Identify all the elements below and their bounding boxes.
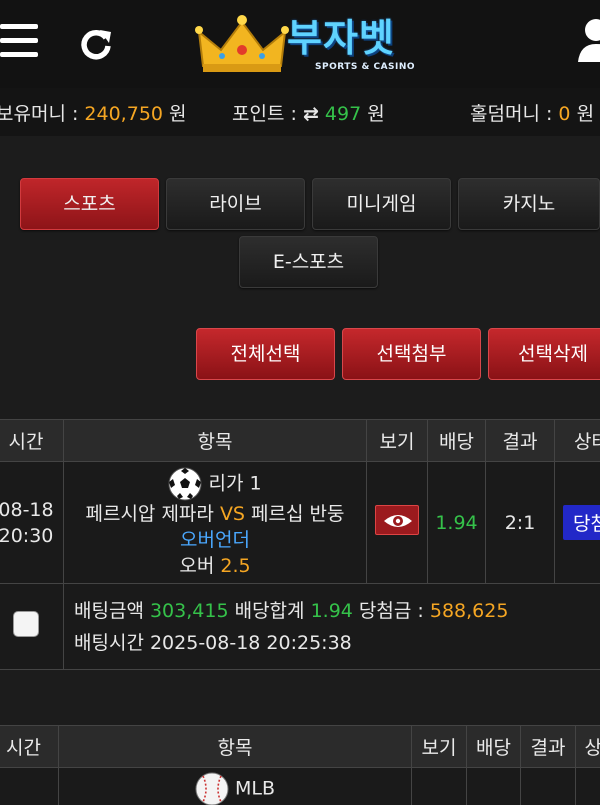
- tab-minigame[interactable]: 미니게임: [312, 178, 451, 230]
- bet-time-cell: 08-18 20:30: [0, 461, 64, 584]
- bet-summary-cell: 배팅금액 303,415 배당합계 1.94 당첨금 : 588,625 배팅시…: [63, 583, 600, 670]
- hamburger-menu-icon[interactable]: [0, 24, 38, 58]
- status-cell: [575, 767, 600, 805]
- tab-casino[interactable]: 카지노: [458, 178, 600, 230]
- win-amount-value: 588,625: [429, 599, 509, 622]
- logo-text: 부자벳: [287, 16, 395, 60]
- bet-time-line: 배팅시간 2025-08-18 20:25:38: [65, 627, 600, 659]
- win-amount-label: 당첨금 :: [358, 599, 424, 622]
- result-cell: [520, 767, 576, 805]
- bet-table: 시간 항목 보기 배당 결과 상태 08-18 20:30 리가 1: [0, 419, 600, 670]
- column-header-time: 시간: [0, 419, 64, 462]
- match-teams: 페르시압 제파라 VS 페르십 반둥: [65, 501, 366, 527]
- tab-live[interactable]: 라이브: [166, 178, 305, 230]
- bet-view-cell: [366, 461, 428, 584]
- column-header-item: 항목: [63, 419, 367, 462]
- soccer-ball-icon: [168, 467, 202, 500]
- status-badge: 당첨: [563, 505, 600, 540]
- away-team: 페르십 반둥: [251, 502, 345, 525]
- bet-item-cell: MLB: [58, 767, 412, 805]
- select-all-button[interactable]: 전체선택: [196, 328, 335, 380]
- league-name: MLB: [235, 777, 276, 800]
- baseball-icon: [195, 772, 229, 805]
- holdem-balance: 홀덤머니 : 0 원: [470, 99, 594, 126]
- column-header-view: 보기: [411, 725, 467, 768]
- column-header-view: 보기: [366, 419, 428, 462]
- select-cell: [0, 583, 64, 670]
- column-header-time: 시간: [0, 725, 59, 768]
- bet-amount-label: 배팅금액: [74, 599, 144, 622]
- bet-time-cell: [0, 767, 59, 805]
- eye-icon: [384, 514, 412, 527]
- holdem-label: 홀덤머니 :: [470, 103, 553, 125]
- balance-bar: 보유머니 : 240,750 원 포인트 : ⇄ 497 원 홀덤머니 : 0 …: [0, 88, 600, 136]
- odds-cell: [466, 767, 521, 805]
- table-header-row: 시간 항목 보기 배당 결과 상태: [0, 725, 600, 768]
- tab-esports[interactable]: E-스포츠: [239, 236, 378, 288]
- column-header-status: 상태: [554, 419, 600, 462]
- bet-time-label: 배팅시간: [74, 631, 144, 654]
- league-line: MLB: [60, 772, 411, 805]
- crown-icon: [195, 15, 289, 72]
- odds-total-value: 1.94: [310, 599, 353, 622]
- attach-selected-button[interactable]: 선택첨부: [342, 328, 481, 380]
- point-value: 497: [324, 103, 362, 125]
- column-header-item: 항목: [58, 725, 412, 768]
- bet-item-cell: 리가 1 페르시압 제파라 VS 페르십 반둥 오버언더 오버 2.5: [63, 461, 367, 584]
- market-type: 오버언더: [180, 528, 250, 551]
- column-header-result: 결과: [485, 419, 555, 462]
- point-balance[interactable]: 포인트 : ⇄ 497 원: [232, 99, 385, 126]
- exchange-icon[interactable]: ⇄: [303, 103, 319, 125]
- money-value: 240,750: [84, 103, 163, 125]
- table-row-summary: 배팅금액 303,415 배당합계 1.94 당첨금 : 588,625 배팅시…: [0, 583, 600, 670]
- point-label: 포인트 :: [232, 103, 297, 125]
- table-row: MLB: [0, 767, 600, 805]
- bet-view-cell: [411, 767, 467, 805]
- odds-total-label: 배당합계: [234, 599, 305, 622]
- bet-time: 20:30: [0, 524, 54, 547]
- bet-date: 08-18: [0, 498, 54, 521]
- bet-time-value: 2025-08-18 20:25:38: [149, 631, 352, 654]
- bet-table: 시간 항목 보기 배당 결과 상태 MLB: [0, 725, 600, 805]
- table-header-row: 시간 항목 보기 배당 결과 상태: [0, 419, 600, 462]
- holdem-unit: 원: [576, 103, 595, 125]
- column-header-odds: 배당: [466, 725, 521, 768]
- logo-subtitle: SPORTS & CASINO: [315, 62, 416, 72]
- tab-sports[interactable]: 스포츠: [20, 178, 159, 230]
- site-logo[interactable]: 부자벳 SPORTS & CASINO: [195, 14, 427, 76]
- odds-value: 1.94: [427, 461, 486, 584]
- league-name: 리가 1: [208, 472, 262, 494]
- bet-amount-value: 303,415: [149, 599, 229, 622]
- refresh-icon[interactable]: [78, 26, 114, 62]
- column-header-status: 상태: [575, 725, 600, 768]
- home-team: 페르시압 제파라: [85, 502, 214, 525]
- league-line: 리가 1: [65, 467, 366, 501]
- money-label: 보유머니 :: [0, 103, 79, 125]
- status-cell: 당첨: [554, 461, 600, 584]
- column-header-odds: 배당: [427, 419, 486, 462]
- bet-select-checkbox[interactable]: [13, 611, 39, 637]
- view-button[interactable]: [375, 504, 419, 535]
- table-row: 08-18 20:30 리가 1 페르시압 제파라 VS 페르십 반둥 오버언더…: [0, 461, 600, 584]
- point-unit: 원: [367, 103, 385, 125]
- bet-amount-line: 배팅금액 303,415 배당합계 1.94 당첨금 : 588,625: [65, 595, 600, 627]
- pick-line: 오버 2.5: [65, 553, 366, 579]
- pick-line-value: 2.5: [220, 554, 251, 577]
- user-icon[interactable]: [576, 16, 600, 62]
- top-bar: 부자벳 SPORTS & CASINO: [0, 0, 600, 88]
- column-header-result: 결과: [520, 725, 576, 768]
- result-value: 2:1: [485, 461, 555, 584]
- pick-value: 오버: [179, 554, 215, 577]
- money-balance: 보유머니 : 240,750 원: [0, 99, 187, 126]
- delete-selected-button[interactable]: 선택삭제: [488, 328, 600, 380]
- money-unit: 원: [169, 103, 187, 125]
- holdem-value: 0: [558, 103, 571, 125]
- vs-label: VS: [219, 502, 245, 525]
